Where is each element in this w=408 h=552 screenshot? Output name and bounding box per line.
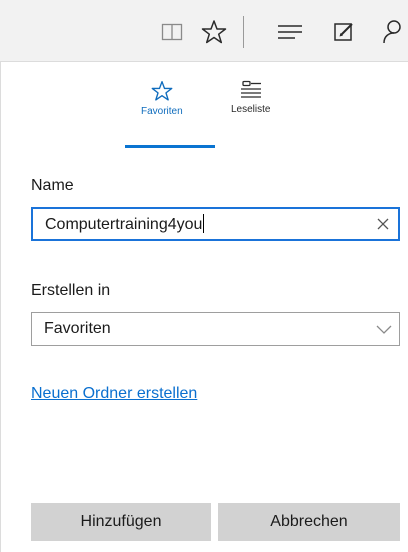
create-in-select[interactable]: Favoriten [31, 312, 400, 346]
star-icon [151, 81, 173, 101]
panel-tabs: Favoriten Leseliste [1, 62, 408, 150]
reading-view-icon[interactable] [158, 18, 186, 46]
name-label: Name [31, 177, 74, 194]
new-folder-link[interactable]: Neuen Ordner erstellen [31, 385, 197, 403]
chevron-down-icon [369, 314, 399, 344]
tab-reading-list[interactable]: Leseliste [231, 80, 270, 132]
cancel-button[interactable]: Abbrechen [218, 503, 400, 541]
favorites-star-icon[interactable] [200, 18, 228, 46]
tab-favorites-label: Favoriten [141, 106, 183, 117]
hub-icon[interactable] [276, 18, 304, 46]
name-field-value: Computertraining4you [45, 216, 203, 233]
tab-favorites[interactable]: Favoriten [141, 80, 183, 132]
add-button[interactable]: Hinzufügen [31, 503, 211, 541]
web-note-icon[interactable] [330, 18, 358, 46]
toolbar-separator [243, 16, 244, 48]
browser-toolbar [0, 0, 408, 62]
clear-icon[interactable] [368, 209, 398, 239]
add-favorite-panel: Favoriten Leseliste Name Computertrainin… [0, 62, 408, 552]
text-caret [203, 214, 205, 233]
name-field[interactable]: Computertraining4you [31, 207, 400, 241]
tab-reading-list-label: Leseliste [231, 104, 271, 115]
share-icon[interactable] [380, 18, 408, 46]
active-tab-indicator [125, 145, 215, 148]
create-in-label: Erstellen in [31, 282, 111, 299]
reading-list-icon [240, 80, 261, 98]
create-in-value: Favoriten [44, 320, 111, 337]
